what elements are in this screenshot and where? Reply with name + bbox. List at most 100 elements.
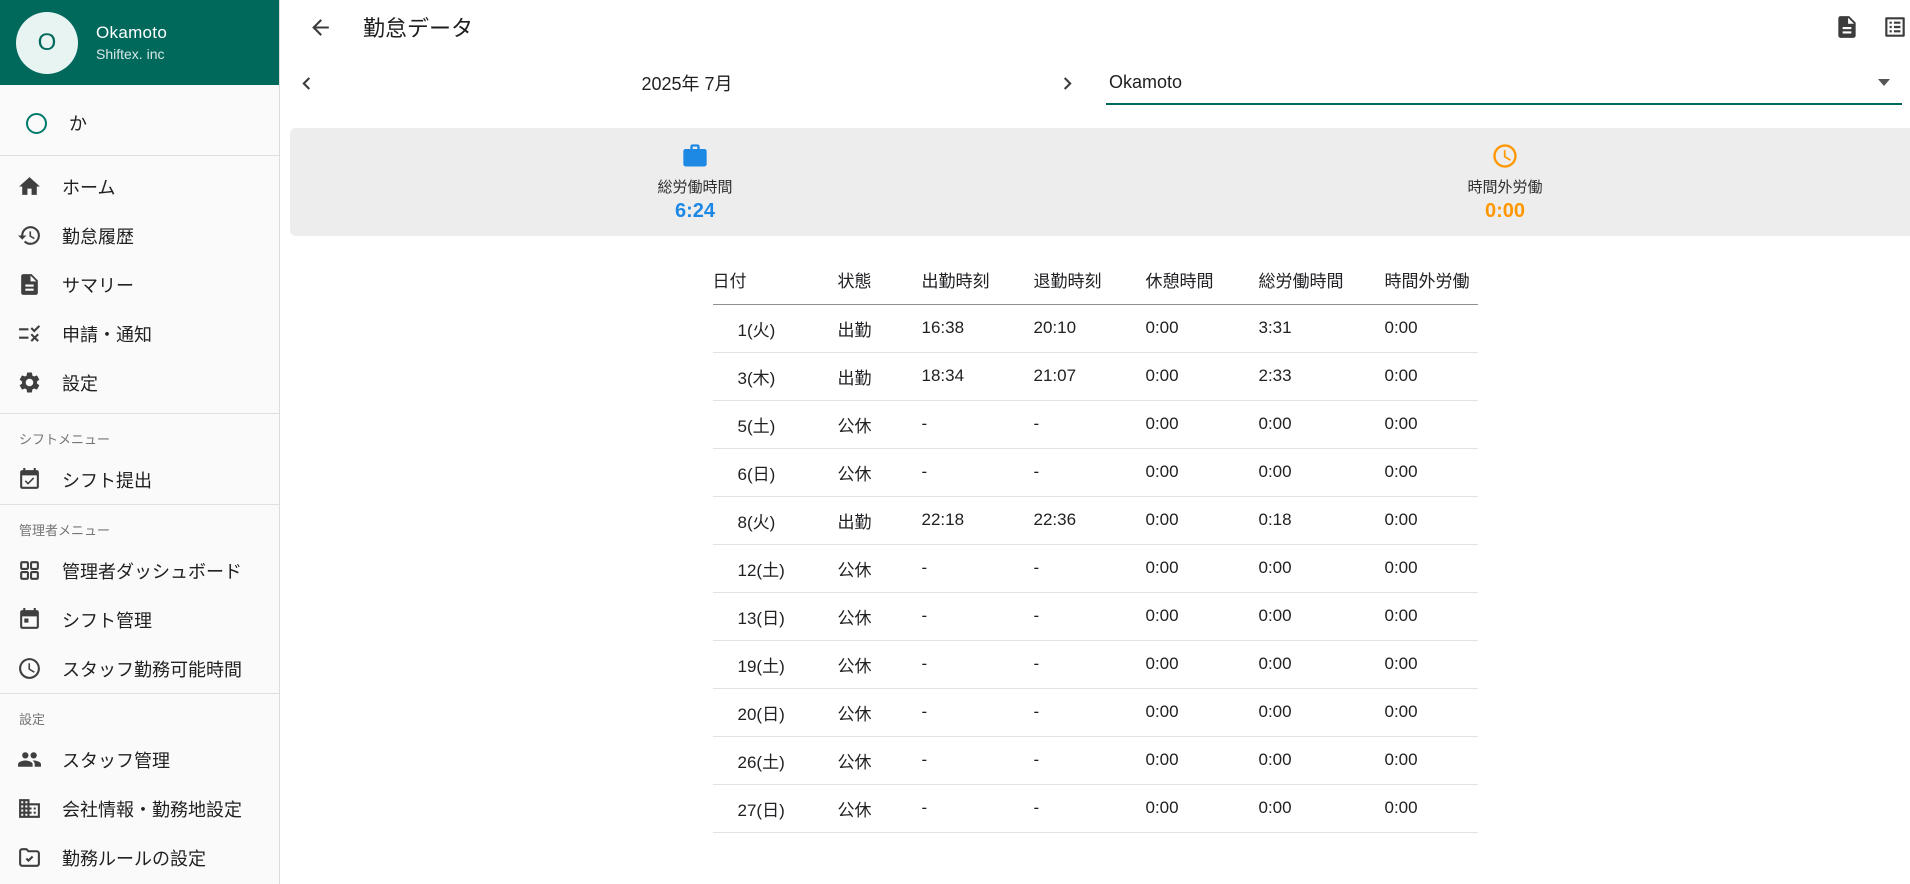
sidebar-item-label: ホーム [62,177,116,198]
sidebar-item-label: 申請・通知 [62,324,152,345]
sidebar-item-settings[interactable]: 設定 [0,358,279,407]
cell-status: 公休 [837,752,872,772]
table-header-cell: 休憩時間 [1145,272,1214,292]
cell-overtime: 0:00 [1384,510,1418,529]
member-item[interactable]: か [0,99,279,147]
sidebar-item-summary[interactable]: サマリー [0,260,279,309]
overtime-label: 時間外労働 [1467,178,1543,196]
sidebar-item-shift-manage[interactable]: シフト管理 [0,595,279,644]
table-row: 12(土) 公休 - - 0:00 0:00 0:00 [712,544,1478,592]
cell-date: 12(土) [737,560,785,580]
cell-overtime: 0:00 [1384,366,1418,385]
app-window: O Okamoto Shiftex. inc か ホーム 勤怠履歴 サマリー 申… [0,0,1910,884]
table-row: 13(日) 公休 - - 0:00 0:00 0:00 [712,592,1478,640]
cell-total-hours: 0:00 [1258,702,1292,721]
staff-select-value: Okamoto [1109,71,1183,92]
sidebar-item-label: スタッフ管理 [62,750,170,771]
table-row: 1(火) 出勤 16:38 20:10 0:00 3:31 0:00 [712,304,1478,352]
total-hours-stat: 総労働時間 6:24 [290,128,1100,236]
cell-status: 公休 [837,800,872,820]
sidebar-item-label: 勤怠履歴 [62,226,134,247]
back-button[interactable] [304,11,337,44]
profile-header[interactable]: O Okamoto Shiftex. inc [0,0,279,85]
clock-icon [1491,142,1519,170]
export-list-icon[interactable] [1878,10,1910,44]
cell-date: 13(日) [737,608,785,628]
cell-break-time: 0:00 [1145,366,1179,385]
settings-gear-icon [17,370,42,395]
main-content: 勤怠データ 2025年 7月 Okamoto 総労働時間 6:24 時間外労働 … [280,0,1910,884]
cell-break-time: 0:00 [1145,558,1179,577]
cell-date: 5(土) [737,416,776,436]
cell-break-time: 0:00 [1145,462,1179,481]
document-icon[interactable] [1830,10,1864,44]
cell-clock-in: - [921,702,928,721]
sidebar-item-home[interactable]: ホーム [0,162,279,211]
building-icon [17,796,42,821]
sidebar-item-admin-dashboard[interactable]: 管理者ダッシュボード [0,546,279,595]
sidebar-item-shift-submit[interactable]: シフト提出 [0,455,279,504]
attendance-table-wrap: 日付 状態 出勤時刻 退勤時刻 休憩時間 総労働時間 時間外労働 1(火) 出勤 16:38… [280,256,1910,833]
member-label: か [69,114,87,134]
summary-document-icon [17,272,42,297]
table-header-cell: 出勤時刻 [921,272,990,292]
sidebar-item-label: シフト管理 [62,610,152,631]
cell-clock-out: 20:10 [1033,318,1077,337]
cell-total-hours: 0:00 [1258,654,1292,673]
cell-date: 3(木) [737,368,776,388]
cell-break-time: 0:00 [1145,702,1179,721]
table-header-cell: 日付 [712,272,747,292]
clock-icon [17,656,42,681]
folder-rules-icon [17,845,42,870]
calendar-check-icon [17,467,42,492]
sidebar-item-staff-availability[interactable]: スタッフ勤務可能時間 [0,644,279,693]
cell-clock-out: - [1033,414,1040,433]
next-month-button[interactable] [1051,67,1084,100]
sidebar-item-staff-manage[interactable]: スタッフ管理 [0,735,279,784]
total-hours-label: 総労働時間 [657,178,733,196]
cell-overtime: 0:00 [1384,318,1418,337]
table-header-cell: 退勤時刻 [1033,272,1102,292]
table-row: 8(火) 出勤 22:18 22:36 0:00 0:18 0:00 [712,496,1478,544]
cell-total-hours: 0:18 [1258,510,1292,529]
total-hours-value: 6:24 [674,199,716,222]
section-title-settings: 設定 [19,712,46,727]
requests-rule-icon [17,321,42,346]
previous-month-button[interactable] [290,67,323,100]
month-navigator: 2025年 7月 [280,67,1092,100]
cell-status: 公休 [837,704,872,724]
table-row: 19(土) 公休 - - 0:00 0:00 0:00 [712,640,1478,688]
cell-date: 26(土) [737,752,785,772]
sidebar-item-label: 会社情報・勤務地設定 [62,799,242,820]
sidebar-item-company-settings[interactable]: 会社情報・勤務地設定 [0,784,279,833]
table-header-cell: 時間外労働 [1384,272,1470,292]
cell-clock-in: - [921,606,928,625]
sidebar-item-label: 管理者ダッシュボード [62,561,242,582]
sidebar-item-requests[interactable]: 申請・通知 [0,309,279,358]
chevron-right-icon [1063,76,1072,90]
cell-overtime: 0:00 [1384,462,1418,481]
cell-clock-in: - [921,798,928,817]
month-label: 2025年 7月 [641,74,733,94]
cell-overtime: 0:00 [1384,414,1418,433]
overtime-stat: 時間外労働 0:00 [1100,128,1910,236]
sidebar-item-work-rules[interactable]: 勤務ルールの設定 [0,833,279,882]
cell-clock-out: 21:07 [1033,366,1077,385]
section-title-shift-menu: シフトメニュー [19,432,111,447]
cell-total-hours: 0:00 [1258,750,1292,769]
sidebar-item-attendance-history[interactable]: 勤怠履歴 [0,211,279,260]
table-header-cell: 総労働時間 [1258,272,1344,292]
cell-overtime: 0:00 [1384,606,1418,625]
cell-clock-out: - [1033,750,1040,769]
member-list: か [0,85,279,155]
attendance-table: 日付 状態 出勤時刻 退勤時刻 休憩時間 総労働時間 時間外労働 1(火) 出勤 16:38… [712,256,1478,833]
cell-status: 公休 [837,464,872,484]
cell-date: 19(土) [737,656,785,676]
staff-select[interactable]: Okamoto [1106,61,1902,105]
cell-total-hours: 2:33 [1258,366,1292,385]
cell-break-time: 0:00 [1145,510,1179,529]
table-header-cell: 状態 [837,272,872,292]
dashboard-grid-icon [17,558,42,583]
table-row: 26(土) 公休 - - 0:00 0:00 0:00 [712,736,1478,784]
cell-total-hours: 0:00 [1258,606,1292,625]
